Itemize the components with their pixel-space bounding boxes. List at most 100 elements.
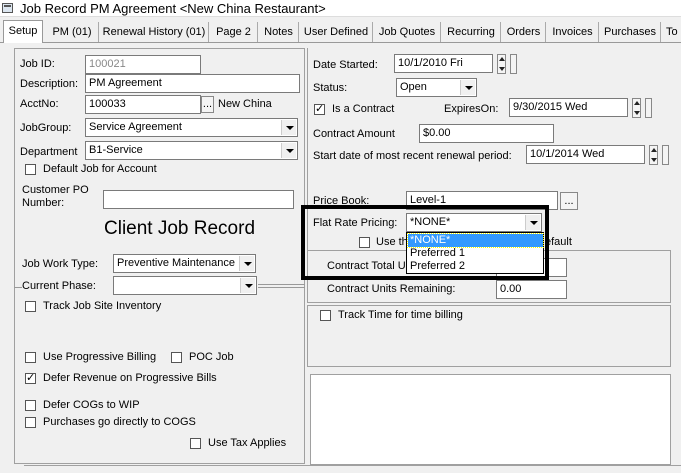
status-value: Open [400,81,427,93]
chevron-down-icon[interactable] [239,256,254,271]
chevron-down-icon[interactable] [460,80,475,95]
acctno-label: AcctNo: [20,98,59,110]
tab-recurring[interactable]: Recurring [442,22,501,42]
progressive-billing-checkbox[interactable] [25,352,36,363]
use-tax-checkbox[interactable] [190,438,201,449]
contract-amount-field[interactable]: $0.00 [419,124,554,143]
tab-pm[interactable]: PM (01) [46,22,99,42]
contract-remaining-field[interactable]: 0.00 [496,280,567,299]
acctno-field[interactable]: 100033 [85,95,201,114]
defer-revenue-label: Defer Revenue on Progressive Bills [43,372,217,384]
progressive-billing-label: Use Progressive Billing [43,351,157,363]
job-id-label: Job ID: [20,58,55,70]
tab-purchases[interactable]: Purchases [600,22,661,42]
jobgroup-value: Service Agreement [89,121,182,133]
job-id-field[interactable]: 100021 [85,55,201,74]
tab-divider [0,42,681,43]
defer-cogs-checkbox[interactable] [25,400,36,411]
window-title: Job Record PM Agreement <New China Resta… [20,1,326,16]
dropdown-option-preferred-1[interactable]: Preferred 1 [408,247,543,260]
date-started-spinner[interactable] [497,54,506,74]
work-type-label: Job Work Type: [22,258,99,270]
window-icon [2,3,13,13]
track-time-label: Track Time for time billing [338,309,463,321]
acct-lookup-button[interactable]: ... [201,96,214,113]
flat-rate-value: *NONE* [410,216,451,228]
title-bar: Job Record PM Agreement <New China Resta… [0,0,681,17]
contract-remaining-label: Contract Units Remaining: [327,283,456,295]
current-phase-select[interactable] [113,276,257,295]
date-started-field[interactable]: 10/1/2010 Fri [394,54,493,73]
use-the-checkbox[interactable] [359,237,370,248]
description-field[interactable]: PM Agreement [85,74,300,93]
department-select[interactable]: B1-Service [85,141,298,160]
tab-job-quotes[interactable]: Job Quotes [374,22,441,42]
track-time-checkbox[interactable] [320,310,331,321]
status-label: Status: [313,82,348,94]
expires-on-field[interactable]: 9/30/2015 Wed [509,98,628,117]
flat-rate-dropdown-list[interactable]: *NONE* Preferred 1 Preferred 2 [406,232,544,274]
bottom-bar [24,465,681,473]
description-label: Description: [20,78,79,90]
poc-job-checkbox[interactable] [171,352,182,363]
dropdown-option-none[interactable]: *NONE* [407,233,544,248]
poc-job-label: POC Job [189,351,234,363]
tab-bar: Setup PM (01) Renewal History (01) Page … [0,20,681,43]
use-tax-label: Use Tax Applies [208,437,287,449]
renewal-period-calendar-button[interactable] [662,145,669,165]
track-inventory-checkbox[interactable] [25,301,36,312]
page-heading: Client Job Record [104,218,256,239]
tab-invoices[interactable]: Invoices [547,22,599,42]
purchases-cogs-checkbox[interactable] [25,417,36,428]
tab-renewal-history[interactable]: Renewal History (01) [100,22,209,42]
contract-total-label: Contract Total U [327,260,406,272]
tab-to[interactable]: To [662,22,681,42]
work-type-select[interactable]: Preventive Maintenance [113,254,256,273]
customer-po-label-line1: Customer PO [22,184,89,196]
tab-page-2[interactable]: Page 2 [210,22,258,42]
renewal-period-field[interactable]: 10/1/2014 Wed [526,145,645,164]
tab-orders[interactable]: Orders [502,22,546,42]
price-book-label: Price Book: [313,195,370,207]
expires-on-label: ExpiresOn: [444,103,499,115]
price-book-lookup-button[interactable]: ... [560,192,578,210]
expires-on-calendar-button[interactable] [645,98,652,118]
jobgroup-label: JobGroup: [20,122,72,134]
department-value: B1-Service [89,144,143,156]
separator-line-1 [258,284,305,285]
separator-left [14,287,22,288]
renewal-period-spinner[interactable] [649,145,658,165]
is-contract-label: Is a Contract [332,103,395,115]
chevron-down-icon[interactable] [281,143,296,158]
defer-revenue-checkbox[interactable] [25,371,36,384]
contract-amount-label: Contract Amount [313,128,395,140]
department-label: Department [20,146,78,158]
default-job-checkbox[interactable] [25,164,36,175]
customer-po-field[interactable] [103,190,294,209]
default-job-label: Default Job for Account [43,163,157,175]
tab-user-defined[interactable]: User Defined [300,22,373,42]
status-select[interactable]: Open [396,78,477,97]
jobgroup-select[interactable]: Service Agreement [85,118,298,137]
use-the-label: Use th [376,236,408,248]
current-phase-label: Current Phase: [22,280,96,292]
flat-rate-select[interactable]: *NONE* [406,213,542,232]
renewal-period-label: Start date of most recent renewal period… [313,150,512,162]
purchases-cogs-label: Purchases go directly to COGS [43,416,196,428]
tab-setup[interactable]: Setup [3,20,43,43]
tab-notes[interactable]: Notes [259,22,299,42]
expires-on-spinner[interactable] [632,98,641,118]
notes-text-area[interactable] [310,374,671,465]
date-started-label: Date Started: [313,59,378,71]
is-contract-checkbox[interactable] [314,102,325,115]
price-book-field[interactable]: Level-1 [406,191,558,210]
flat-rate-label: Flat Rate Pricing: [313,217,398,229]
chevron-down-icon[interactable] [281,120,296,135]
date-started-calendar-button[interactable] [510,54,517,74]
defer-cogs-label: Defer COGs to WIP [43,399,140,411]
chevron-down-icon[interactable] [525,215,540,230]
dropdown-option-preferred-2[interactable]: Preferred 2 [408,260,543,273]
chevron-down-icon[interactable] [240,278,255,293]
customer-po-label-line2: Number: [22,197,65,209]
track-inventory-label: Track Job Site Inventory [43,300,162,312]
